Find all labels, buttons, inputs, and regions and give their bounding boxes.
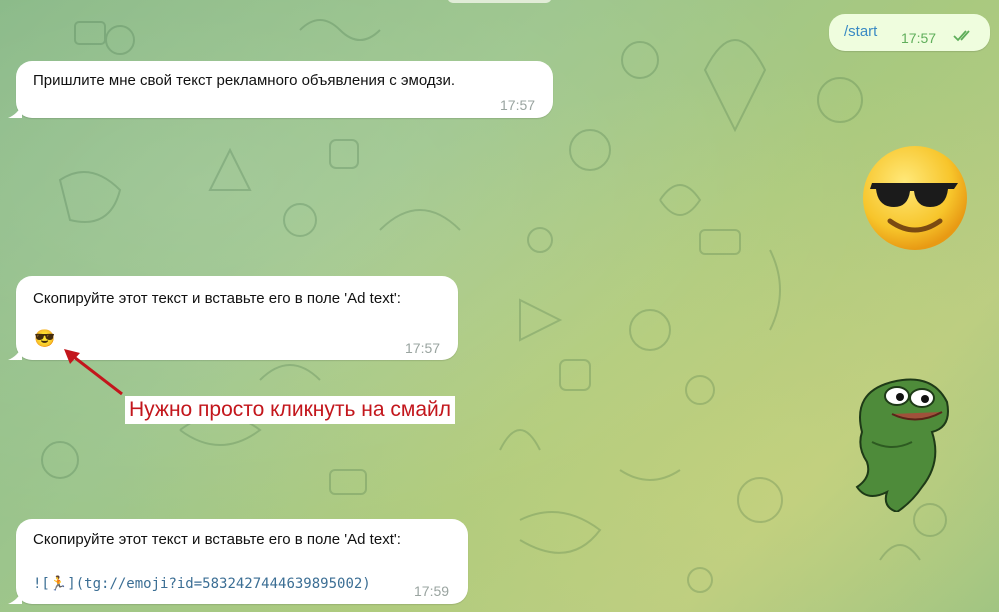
bubble-tail bbox=[8, 590, 22, 604]
custom-emoji-sunglasses[interactable]: 😎 bbox=[34, 329, 55, 349]
start-command-link[interactable]: /start bbox=[844, 22, 877, 42]
emoji-code-snippet[interactable]: ![🏃](tg://emoji?id=5832427444639895002) bbox=[33, 574, 371, 594]
date-pill-partial bbox=[447, 0, 552, 3]
bubble-tail bbox=[8, 104, 22, 118]
code-prefix: ![ bbox=[33, 576, 50, 592]
message-text: Скопируйте этот текст и вставьте его в п… bbox=[33, 290, 401, 307]
sunglasses-smiley-sticker[interactable] bbox=[860, 143, 970, 253]
message-time: 17:57 bbox=[405, 340, 441, 356]
running-emoji: 🏃 bbox=[49, 576, 68, 592]
pepe-frog-sticker[interactable] bbox=[842, 372, 952, 512]
outgoing-message[interactable]: /start 17:57 bbox=[829, 14, 990, 51]
message-time: 17:59 bbox=[414, 583, 450, 599]
incoming-message[interactable]: Скопируйте этот текст и вставьте его в п… bbox=[8, 519, 468, 604]
bubble-tail bbox=[8, 346, 22, 360]
code-suffix: ](tg://emoji?id=5832427444639895002) bbox=[67, 576, 371, 592]
message-text: Пришлите мне свой текст рекламного объяв… bbox=[33, 72, 456, 89]
double-check-icon bbox=[953, 30, 970, 42]
message-time: 17:57 bbox=[901, 30, 937, 46]
message-time: 17:57 bbox=[500, 97, 536, 113]
annotation-label: Нужно просто кликнуть на смайл bbox=[125, 396, 455, 424]
message-text: Скопируйте этот текст и вставьте его в п… bbox=[33, 531, 401, 548]
incoming-message[interactable]: Пришлите мне свой текст рекламного объяв… bbox=[8, 61, 553, 118]
